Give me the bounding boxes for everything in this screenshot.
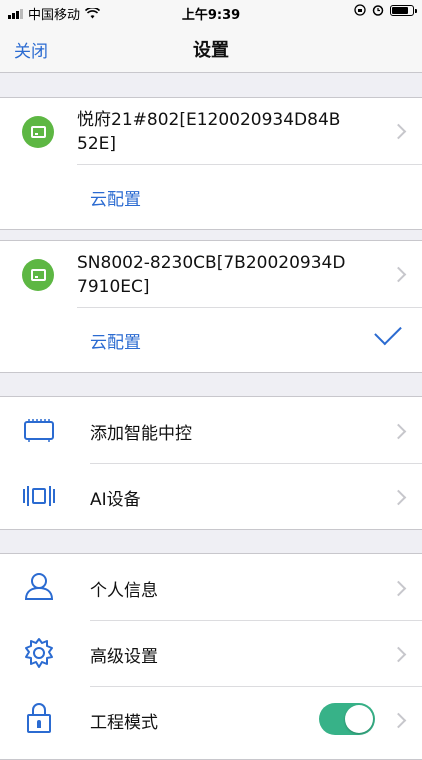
controller-icon	[24, 419, 54, 442]
user-icon	[24, 573, 54, 600]
add-controller-row[interactable]: 添加智能中控	[0, 397, 422, 463]
engineering-mode-label: 工程模式	[90, 713, 158, 733]
chevron-right-icon	[390, 580, 407, 597]
engineering-mode-toggle[interactable]	[319, 703, 375, 735]
chevron-right-icon	[390, 266, 407, 283]
nav-bar: 关闭 设置	[0, 24, 422, 73]
engineering-mode-row[interactable]: 工程模式	[0, 686, 422, 752]
ai-devices-label: AI设备	[90, 490, 141, 510]
personal-info-row[interactable]: 个人信息	[0, 554, 422, 620]
alarm-icon	[372, 5, 384, 16]
personal-info-label: 个人信息	[90, 581, 158, 601]
chevron-right-icon	[390, 123, 407, 140]
ai-devices-row[interactable]: AI设备	[0, 463, 422, 529]
advanced-settings-label: 高级设置	[90, 647, 158, 667]
device-icon	[22, 259, 54, 291]
chevron-right-icon	[390, 646, 407, 663]
cloud-config-label: 云配置	[90, 333, 141, 353]
device-row[interactable]: SN8002-8230CB[7B20020934D7910EC]	[0, 241, 422, 308]
settings-menu-group: 个人信息 高级设置 工程模式	[0, 553, 422, 760]
device-card-2: SN8002-8230CB[7B20020934D7910EC] 云配置	[0, 240, 422, 373]
cloud-config-row[interactable]: 云配置	[0, 165, 422, 229]
controller-menu-group: 添加智能中控 AI设备	[0, 396, 422, 530]
chevron-right-icon	[390, 712, 407, 729]
cloud-config-label: 云配置	[90, 190, 141, 210]
page-title: 设置	[193, 40, 229, 61]
add-controller-label: 添加智能中控	[90, 424, 192, 444]
device-icon	[22, 116, 54, 148]
device-row[interactable]: 悦府21#802[E120020934D84B52E]	[0, 98, 422, 165]
status-bar: 中国移动 上午9:39	[0, 0, 422, 24]
device-card-1: 悦府21#802[E120020934D84B52E] 云配置	[0, 97, 422, 230]
lock-icon	[27, 703, 51, 733]
ai-device-icon	[23, 486, 55, 506]
cloud-config-row[interactable]: 云配置	[0, 308, 422, 372]
battery-icon	[390, 4, 417, 16]
chevron-right-icon	[390, 423, 407, 440]
rotation-lock-icon	[354, 4, 366, 16]
chevron-right-icon	[390, 489, 407, 506]
toggle-knob	[345, 705, 373, 733]
advanced-settings-row[interactable]: 高级设置	[0, 620, 422, 686]
checkmark-icon	[374, 317, 402, 346]
device-name: SN8002-8230CB[7B20020934D7910EC]	[77, 253, 346, 297]
status-right	[354, 4, 417, 16]
gear-icon	[25, 638, 53, 668]
device-name: 悦府21#802[E120020934D84B52E]	[77, 110, 341, 154]
